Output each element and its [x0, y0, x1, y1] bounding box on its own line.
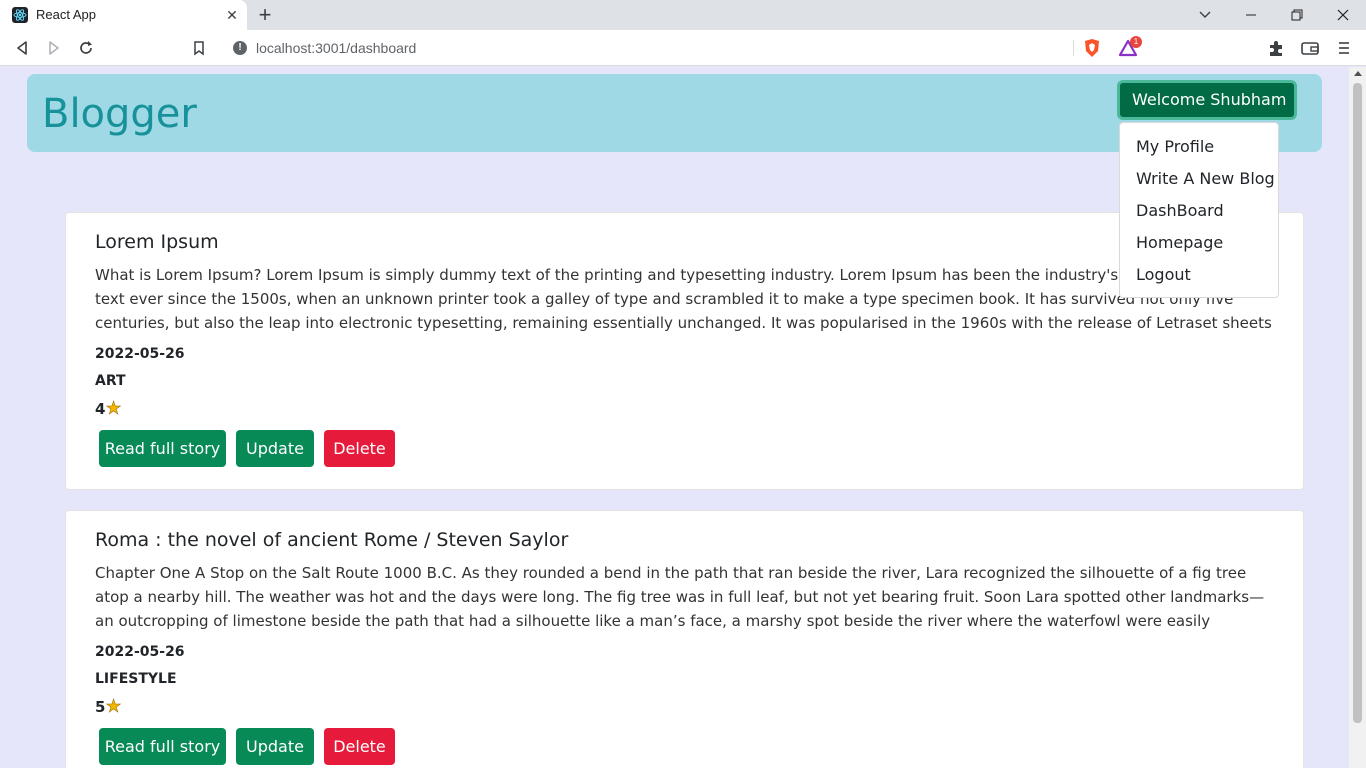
- delete-button[interactable]: Delete: [324, 728, 395, 765]
- blog-rating: 5★: [95, 696, 122, 718]
- brand-logo[interactable]: Blogger: [42, 91, 197, 137]
- star-icon: ★: [105, 696, 122, 718]
- blog-card: Roma : the novel of ancient Rome / Steve…: [65, 510, 1304, 768]
- read-full-story-button[interactable]: Read full story: [99, 430, 226, 467]
- omnibox-divider: [1073, 40, 1074, 56]
- forward-icon[interactable]: [44, 38, 64, 58]
- tab-search-chevron-icon[interactable]: [1193, 4, 1217, 26]
- user-dropdown-menu: My Profile Write A New Blog DashBoard Ho…: [1119, 122, 1279, 298]
- rating-value: 4: [95, 400, 106, 418]
- blog-excerpt: What is Lorem Ipsum? Lorem Ipsum is simp…: [95, 266, 1272, 332]
- brave-shield-icon[interactable]: [1083, 38, 1101, 58]
- rating-value: 5: [95, 698, 106, 716]
- browser-toolbar: ! localhost:3001/dashboard 1: [0, 30, 1366, 66]
- minimize-icon[interactable]: [1239, 4, 1263, 26]
- tab-title: React App: [36, 7, 96, 22]
- menu-item-my-profile[interactable]: My Profile: [1120, 131, 1278, 163]
- close-tab-icon[interactable]: ✕: [224, 7, 240, 23]
- blog-date: 2022-05-26: [95, 346, 185, 362]
- blog-title: Lorem Ipsum: [95, 231, 219, 253]
- browser-tab[interactable]: React App ✕: [0, 0, 247, 30]
- menu-item-homepage[interactable]: Homepage: [1120, 227, 1278, 259]
- scrollbar-thumb[interactable]: [1353, 83, 1362, 723]
- read-full-story-button[interactable]: Read full story: [99, 728, 226, 765]
- address-bar[interactable]: ! localhost:3001/dashboard 1: [221, 34, 1221, 62]
- blog-date: 2022-05-26: [95, 644, 185, 660]
- update-button[interactable]: Update: [236, 728, 314, 765]
- blog-title: Roma : the novel of ancient Rome / Steve…: [95, 529, 569, 551]
- blog-excerpt: Chapter One A Stop on the Salt Route 100…: [95, 564, 1265, 630]
- close-window-icon[interactable]: [1331, 4, 1355, 26]
- update-button[interactable]: Update: [236, 430, 314, 467]
- url-text[interactable]: localhost:3001/dashboard: [256, 40, 416, 56]
- scroll-up-arrow-icon[interactable]: [1354, 71, 1362, 76]
- back-icon[interactable]: [12, 38, 32, 58]
- reload-icon[interactable]: [76, 38, 96, 58]
- bookmark-icon[interactable]: [189, 38, 209, 58]
- site-info-icon[interactable]: !: [233, 41, 247, 55]
- extensions-icon[interactable]: [1266, 38, 1286, 58]
- restore-icon[interactable]: [1285, 4, 1309, 26]
- react-logo-icon: [12, 7, 28, 23]
- star-icon: ★: [105, 398, 122, 420]
- menu-item-dashboard[interactable]: DashBoard: [1120, 195, 1278, 227]
- browser-tabstrip: React App ✕ +: [0, 0, 1366, 30]
- menu-item-logout[interactable]: Logout: [1120, 259, 1278, 291]
- new-tab-button[interactable]: +: [255, 4, 275, 26]
- wallet-icon[interactable]: [1300, 38, 1320, 58]
- page-scrollbar[interactable]: [1349, 67, 1366, 768]
- menu-icon[interactable]: [1334, 38, 1354, 58]
- menu-item-write-blog[interactable]: Write A New Blog: [1120, 163, 1278, 195]
- rewards-badge: 1: [1130, 36, 1142, 48]
- blog-category: ART: [95, 373, 126, 389]
- blog-category: LIFESTYLE: [95, 671, 177, 687]
- blog-rating: 4★: [95, 398, 122, 420]
- delete-button[interactable]: Delete: [324, 430, 395, 467]
- welcome-label: Welcome Shubham: [1132, 90, 1287, 109]
- welcome-dropdown-button[interactable]: Welcome Shubham: [1117, 80, 1297, 137]
